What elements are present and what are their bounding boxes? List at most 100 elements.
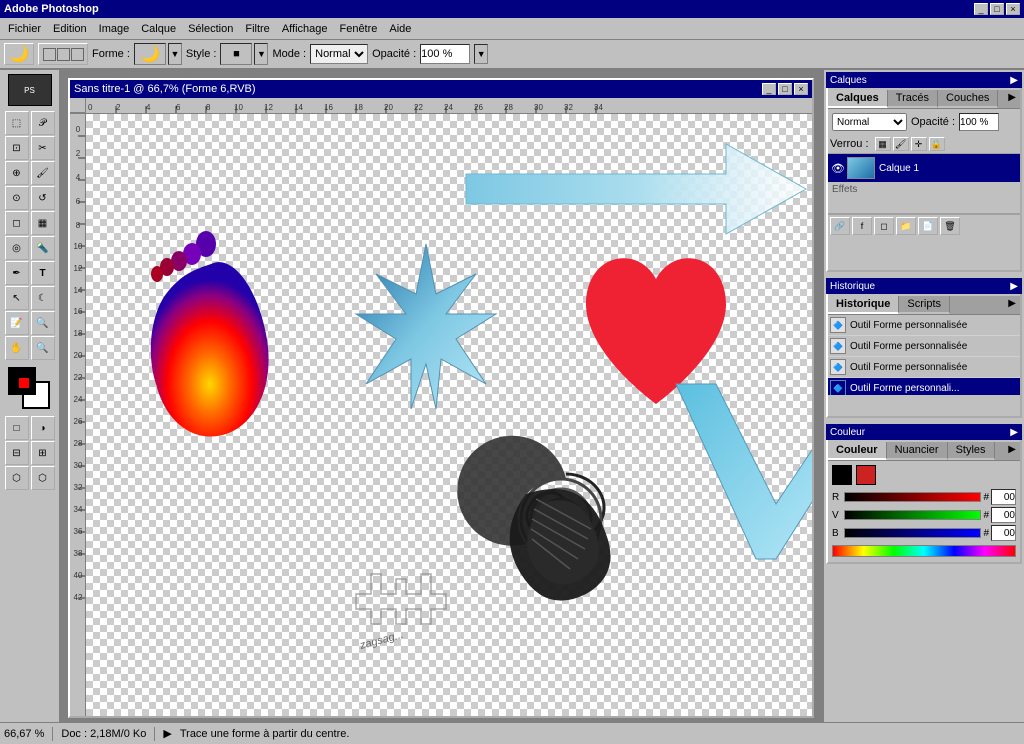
bg-color-swatch[interactable] bbox=[856, 465, 876, 485]
fg-color-swatch[interactable] bbox=[832, 465, 852, 485]
screen-mode[interactable]: ⊟ bbox=[5, 441, 29, 465]
scripts-tab[interactable]: Scripts bbox=[899, 296, 950, 314]
new-layer-btn[interactable]: 📄 bbox=[918, 217, 938, 235]
color-menu-btn[interactable]: ▶ bbox=[1004, 442, 1020, 460]
g-slider[interactable] bbox=[844, 510, 981, 520]
heal-tool[interactable]: ⊕ bbox=[5, 161, 29, 185]
historique-tab[interactable]: Historique bbox=[828, 296, 899, 314]
blur-tool[interactable]: ◎ bbox=[5, 236, 29, 260]
style-dropdown[interactable]: ▼ bbox=[254, 43, 268, 65]
color-spectrum[interactable] bbox=[832, 545, 1016, 557]
notes-tool[interactable]: 📝 bbox=[5, 311, 29, 335]
menu-fenetre[interactable]: Fenêtre bbox=[333, 21, 383, 37]
eyedropper-tool[interactable]: 🔍 bbox=[31, 311, 55, 335]
layers-panel: Calques ▶ Calques Tracés Couches ▶ Norma… bbox=[826, 72, 1022, 272]
custom-shape-tool[interactable]: ☾ bbox=[31, 286, 55, 310]
couleur-tab[interactable]: Couleur bbox=[828, 442, 887, 460]
history-brush[interactable]: ↺ bbox=[31, 186, 55, 210]
layer-visibility[interactable]: 👁 bbox=[831, 162, 843, 174]
svg-text:34: 34 bbox=[594, 103, 603, 112]
doc-close[interactable]: × bbox=[794, 83, 808, 95]
history-item-2[interactable]: 🔷 Outil Forme personnalisée bbox=[828, 336, 1020, 357]
extra-tool-2[interactable]: ⬡ bbox=[31, 466, 55, 490]
canvas-scroll[interactable]: zagsag... bbox=[86, 114, 812, 716]
doc-minimize[interactable]: _ bbox=[762, 83, 776, 95]
color-panel-options[interactable]: ▶ bbox=[1010, 427, 1018, 438]
dodge-tool[interactable]: 🔦 bbox=[31, 236, 55, 260]
opacity-panel-input[interactable] bbox=[959, 113, 999, 131]
hand-tool[interactable]: ✋ bbox=[5, 336, 29, 360]
add-style-btn[interactable]: f bbox=[852, 217, 872, 235]
nuancier-tab[interactable]: Nuancier bbox=[887, 442, 948, 460]
new-group-btn[interactable]: 📁 bbox=[896, 217, 916, 235]
styles-tab[interactable]: Styles bbox=[948, 442, 995, 460]
mode-select[interactable]: Normal bbox=[310, 44, 368, 64]
text-tool[interactable]: T bbox=[31, 261, 55, 285]
traces-tab[interactable]: Tracés bbox=[888, 90, 938, 108]
menu-aide[interactable]: Aide bbox=[383, 21, 417, 37]
pen-tool[interactable]: ✒ bbox=[5, 261, 29, 285]
minimize-button[interactable]: _ bbox=[974, 3, 988, 15]
menu-filtre[interactable]: Filtre bbox=[239, 21, 275, 37]
lock-image-btn[interactable]: 🖌 bbox=[893, 137, 909, 151]
extra-tool-1[interactable]: ⬡ bbox=[5, 466, 29, 490]
lock-position-btn[interactable]: ✛ bbox=[911, 137, 927, 151]
g-slider-row: V # bbox=[832, 507, 1016, 523]
history-item-4[interactable]: 🔷 Outil Forme personnali... bbox=[828, 378, 1020, 395]
doc-maximize[interactable]: □ bbox=[778, 83, 792, 95]
delete-layer-btn[interactable]: 🗑 bbox=[940, 217, 960, 235]
effects-label: Effets bbox=[832, 184, 857, 195]
add-mask-btn[interactable]: ◻ bbox=[874, 217, 894, 235]
style-preview[interactable]: ■ bbox=[220, 43, 252, 65]
forme-preview[interactable]: 🌙 bbox=[134, 43, 166, 65]
eraser-tool[interactable]: ◻ bbox=[5, 211, 29, 235]
slice-tool[interactable]: ✂ bbox=[31, 136, 55, 160]
history-label-3: Outil Forme personnalisée bbox=[850, 362, 967, 373]
standard-mode[interactable]: □ bbox=[5, 416, 29, 440]
menu-edition[interactable]: Edition bbox=[47, 21, 93, 37]
lock-all-btn[interactable]: 🔒 bbox=[929, 137, 945, 151]
couches-tab[interactable]: Couches bbox=[938, 90, 998, 108]
shapes-svg: zagsag... bbox=[86, 114, 812, 716]
history-menu-btn[interactable]: ▶ bbox=[1004, 296, 1020, 314]
panel-menu-btn[interactable]: ▶ bbox=[1004, 90, 1020, 108]
brush-tool[interactable]: 🖌 bbox=[31, 161, 55, 185]
history-icon-3: 🔷 bbox=[830, 359, 846, 375]
opacity-input[interactable] bbox=[420, 44, 470, 64]
menu-affichage[interactable]: Affichage bbox=[276, 21, 334, 37]
history-item-1[interactable]: 🔷 Outil Forme personnalisée bbox=[828, 315, 1020, 336]
marquee-tool[interactable]: ⬚ bbox=[5, 111, 29, 135]
b-slider[interactable] bbox=[844, 528, 981, 538]
layer-item[interactable]: 👁 Calque 1 bbox=[828, 154, 1020, 182]
svg-text:22: 22 bbox=[414, 103, 423, 112]
shape-options[interactable] bbox=[38, 43, 88, 65]
quick-mask-mode[interactable]: ◑ bbox=[31, 416, 55, 440]
b-value[interactable] bbox=[991, 525, 1016, 541]
gradient-tool[interactable]: ▦ bbox=[31, 211, 55, 235]
menu-fichier[interactable]: Fichier bbox=[2, 21, 47, 37]
maximize-button[interactable]: □ bbox=[990, 3, 1004, 15]
panel-options-button[interactable]: ▶ bbox=[1010, 75, 1018, 86]
shape-select-tool[interactable]: ↖ bbox=[5, 286, 29, 310]
menu-image[interactable]: Image bbox=[93, 21, 136, 37]
r-slider[interactable] bbox=[844, 492, 981, 502]
zoom-tool[interactable]: 🔍 bbox=[31, 336, 55, 360]
link-layers-btn[interactable]: 🔗 bbox=[830, 217, 850, 235]
calques-tab[interactable]: Calques bbox=[828, 90, 888, 108]
full-screen-mode[interactable]: ⊞ bbox=[31, 441, 55, 465]
history-panel-options[interactable]: ▶ bbox=[1010, 281, 1018, 292]
g-value[interactable] bbox=[991, 507, 1016, 523]
r-value[interactable] bbox=[991, 489, 1016, 505]
menu-calque[interactable]: Calque bbox=[135, 21, 182, 37]
crop-tool[interactable]: ⊡ bbox=[5, 136, 29, 160]
menu-selection[interactable]: Sélection bbox=[182, 21, 239, 37]
lasso-tool[interactable]: 𝒫 bbox=[31, 111, 55, 135]
blend-mode-select[interactable]: Normal bbox=[832, 113, 907, 131]
close-button[interactable]: × bbox=[1006, 3, 1020, 15]
history-item-3[interactable]: 🔷 Outil Forme personnalisée bbox=[828, 357, 1020, 378]
forme-dropdown[interactable]: ▼ bbox=[168, 43, 182, 65]
tool-thumbnail: PS bbox=[8, 74, 52, 106]
lock-transparent-btn[interactable]: ▦ bbox=[875, 137, 891, 151]
opacity-dropdown[interactable]: ▼ bbox=[474, 44, 488, 64]
clone-tool[interactable]: ⊙ bbox=[5, 186, 29, 210]
